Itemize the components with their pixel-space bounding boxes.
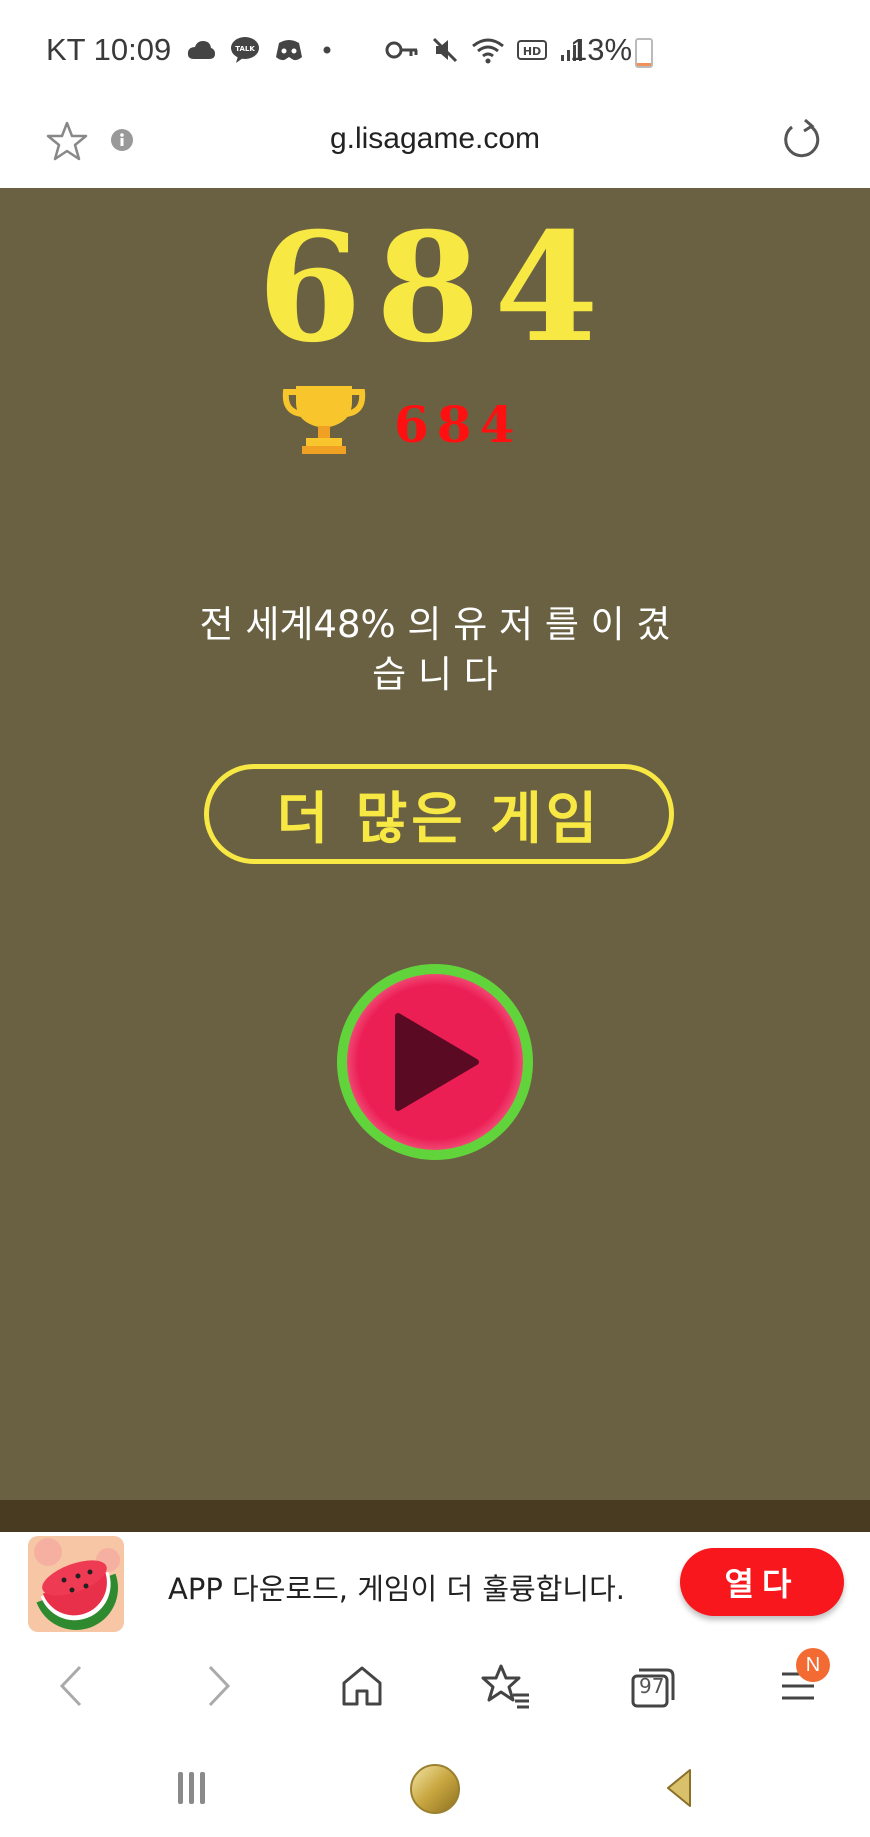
watermelon-icon (28, 1536, 124, 1632)
banner-text: APP 다운로드, 게임이 더 훌륭합니다. (168, 1572, 625, 1606)
back-button-icon[interactable] (660, 1766, 700, 1810)
battery-percentage: 13% (570, 32, 633, 67)
dot-icon (323, 46, 331, 54)
battery-icon (635, 38, 653, 68)
wifi-icon (472, 38, 504, 64)
carrier-time: KT 10:09 (46, 32, 172, 67)
more-games-button[interactable]: 더 많은 게임 (204, 764, 674, 864)
best-score: 684 (394, 395, 523, 454)
bookmarks-icon[interactable] (476, 1656, 536, 1716)
mute-icon (432, 37, 458, 63)
open-app-button[interactable]: 열다 (680, 1548, 844, 1616)
rank-message-line1: 전 세계48% 의 유 저 를 이 겼 (199, 603, 671, 646)
current-score: 684 (257, 200, 613, 376)
status-left-icons: TALK (186, 36, 336, 64)
kakaotalk-icon: TALK (231, 37, 259, 63)
back-icon[interactable] (42, 1656, 102, 1716)
tabs-icon[interactable]: 97 (622, 1656, 682, 1716)
browser-toolbar (0, 1634, 870, 1738)
home-icon[interactable] (332, 1656, 392, 1716)
trophy-icon (282, 386, 366, 454)
hd-icon: HD (517, 40, 547, 60)
home-button-icon[interactable] (408, 1762, 462, 1816)
key-icon (385, 41, 418, 59)
play-button-face (347, 974, 523, 1150)
play-icon (395, 1013, 479, 1111)
rank-message: 전 세계48% 의 유 저 를 이 겼 습 니 다 (170, 600, 700, 700)
tabs-count: 97 (639, 1674, 665, 1698)
cloud-icon (187, 41, 215, 59)
url-text[interactable]: g.lisagame.com (0, 122, 870, 156)
url-bar: g.lisagame.com (0, 100, 870, 188)
play-button[interactable] (337, 964, 533, 1160)
svg-text:HD: HD (523, 45, 541, 58)
svg-text:TALK: TALK (235, 45, 255, 53)
menu-badge: N (796, 1648, 830, 1682)
rank-message-line2: 습 니 다 (372, 653, 498, 696)
refresh-icon[interactable] (780, 118, 824, 162)
discord-icon (276, 40, 302, 61)
recents-icon[interactable] (170, 1766, 214, 1810)
game-bottom-strip (0, 1500, 870, 1532)
forward-icon[interactable] (188, 1656, 248, 1716)
